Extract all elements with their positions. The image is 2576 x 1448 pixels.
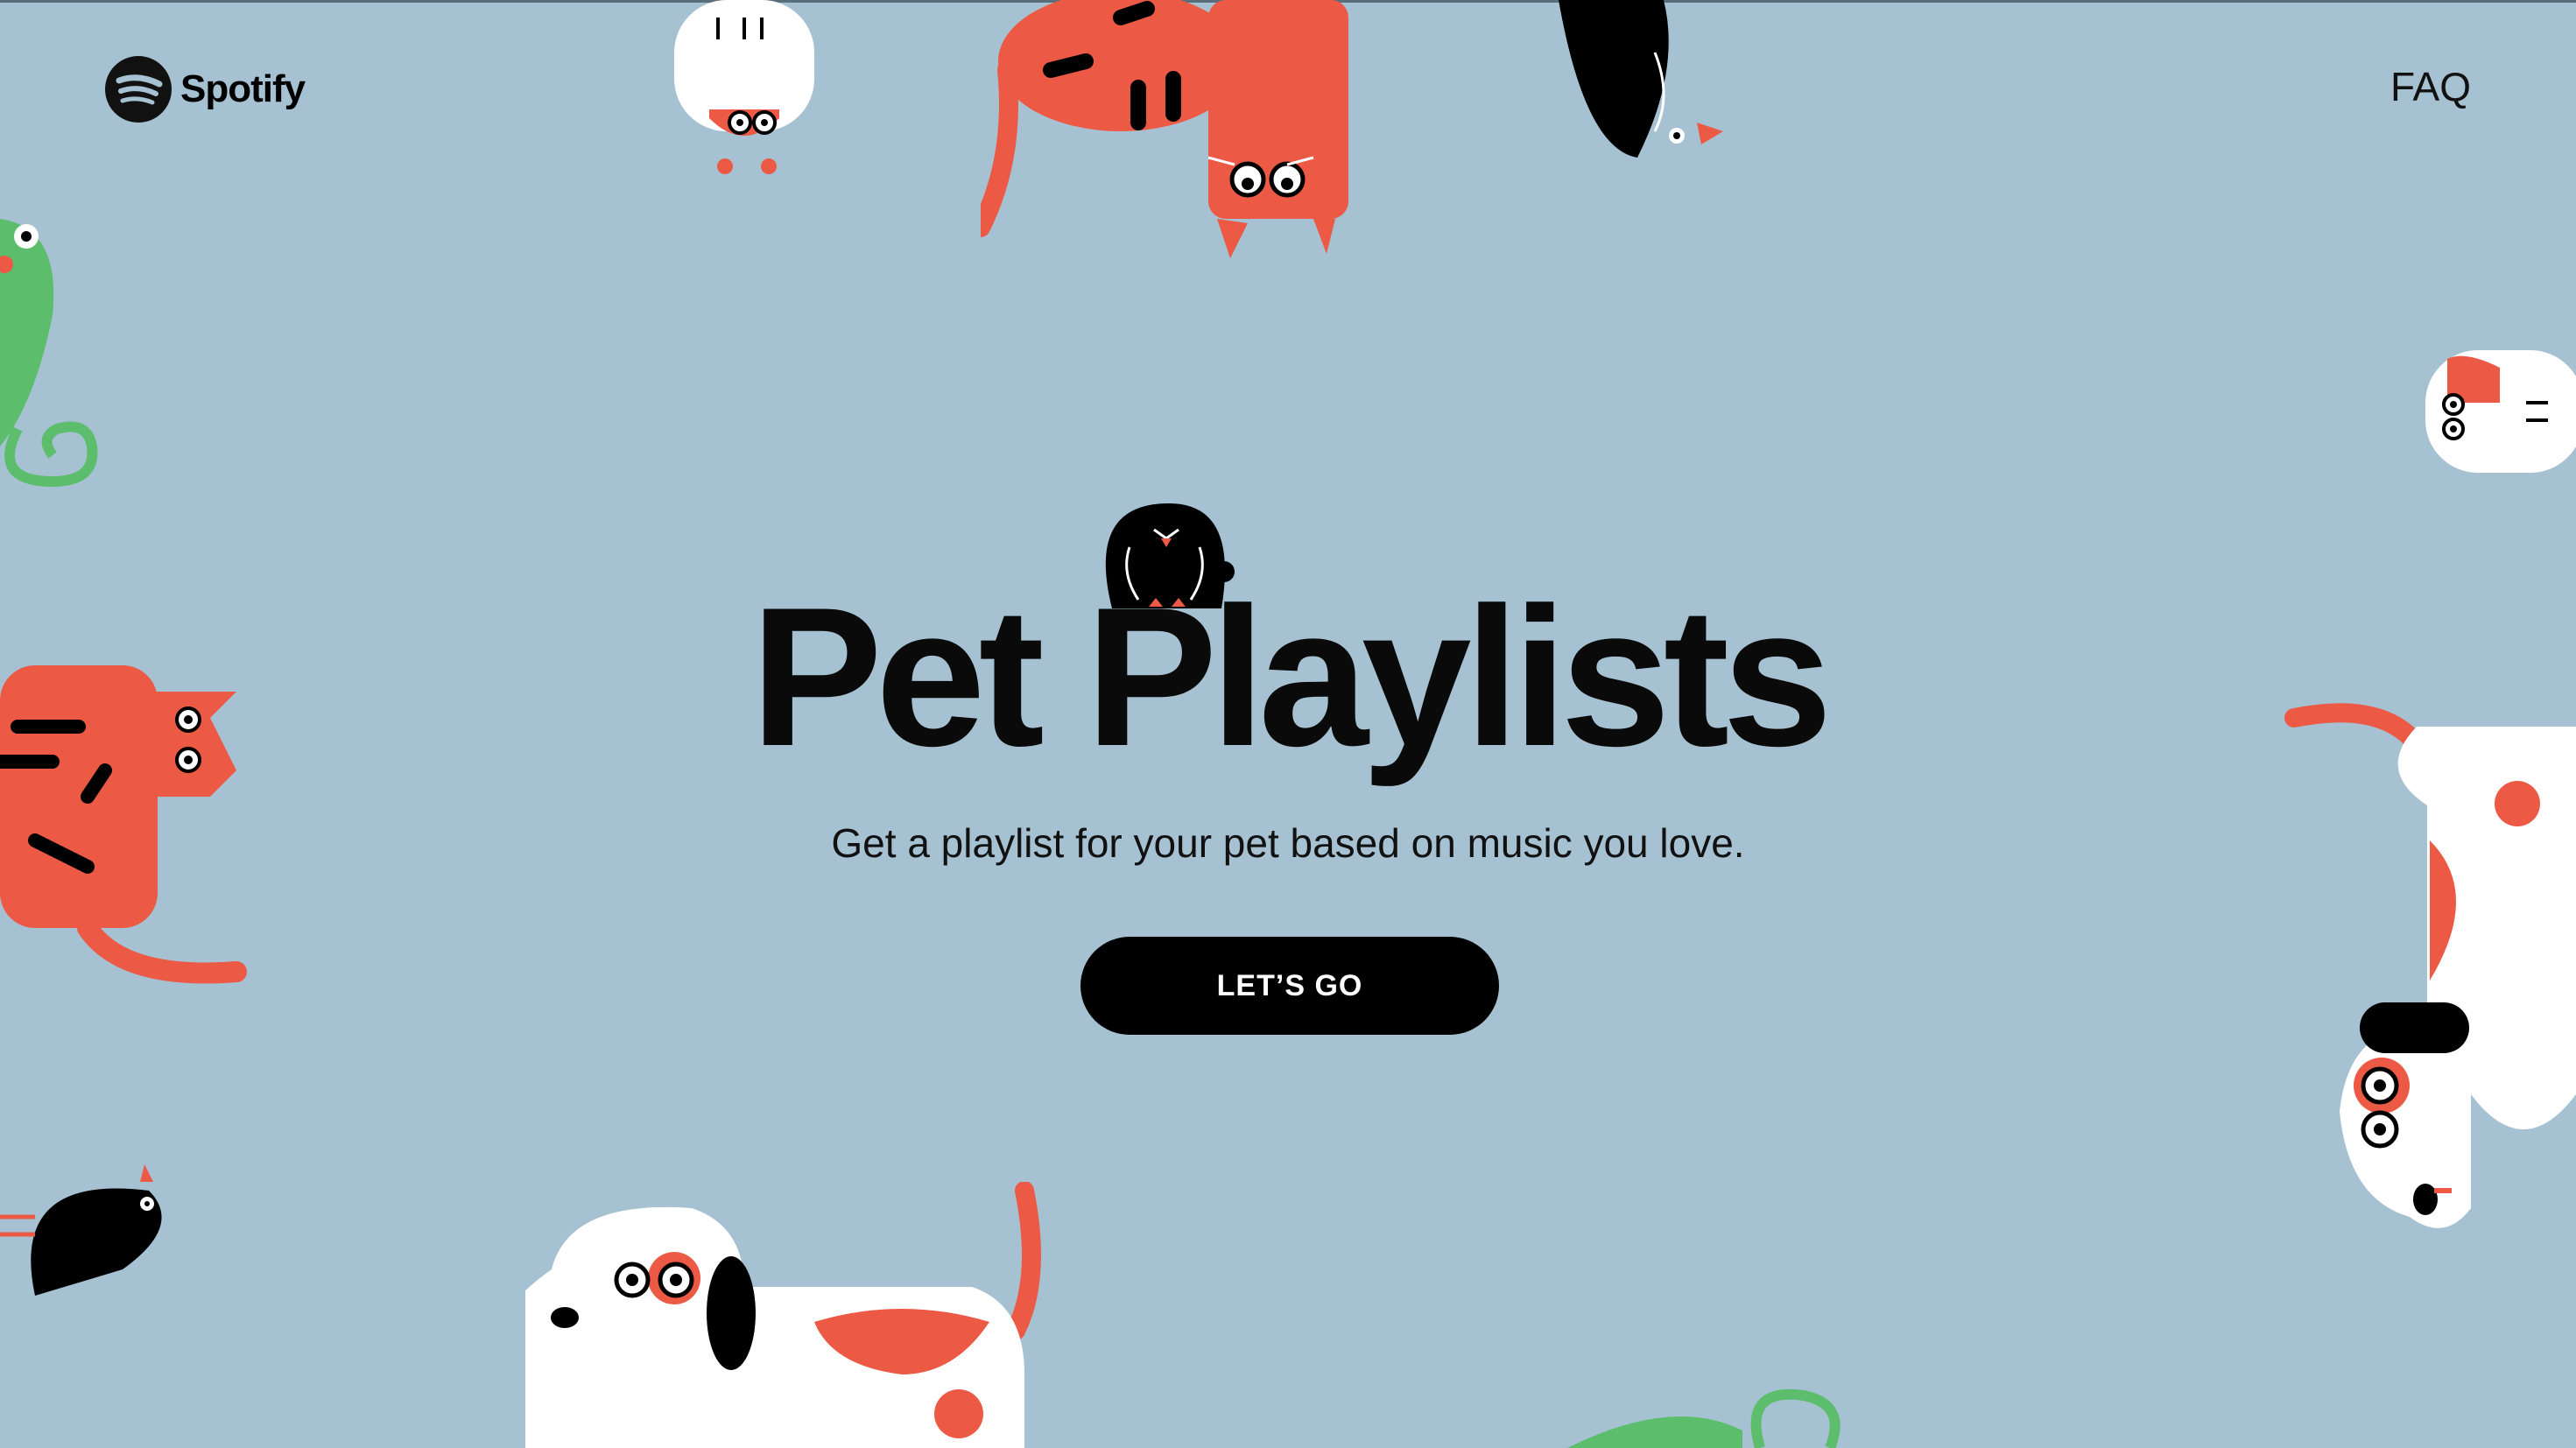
spotify-logo[interactable]: Spotify <box>105 56 306 123</box>
dog-illustration <box>525 1182 1041 1448</box>
cat-illustration <box>0 665 247 984</box>
spotify-logo-text: Spotify <box>180 67 306 110</box>
spotify-logo-icon <box>105 56 172 123</box>
bird-illustration <box>1559 0 1723 158</box>
iguana-illustration <box>0 219 98 488</box>
iguana-illustration <box>1567 1388 1841 1448</box>
cat-illustration <box>981 0 1348 258</box>
dog-illustration <box>2284 703 2576 1228</box>
lets-go-button[interactable]: LET’S GO <box>1080 937 1499 1035</box>
bird-illustration <box>1105 503 1235 608</box>
hamster-illustration <box>2425 350 2576 473</box>
page-title: Pet Playlists <box>750 566 1833 787</box>
hamster-illustration <box>674 0 814 174</box>
bird-illustration <box>0 1164 162 1296</box>
page-subtitle: Get a playlist for your pet based on mus… <box>831 820 1745 866</box>
faq-link[interactable]: FAQ <box>2390 63 2471 110</box>
